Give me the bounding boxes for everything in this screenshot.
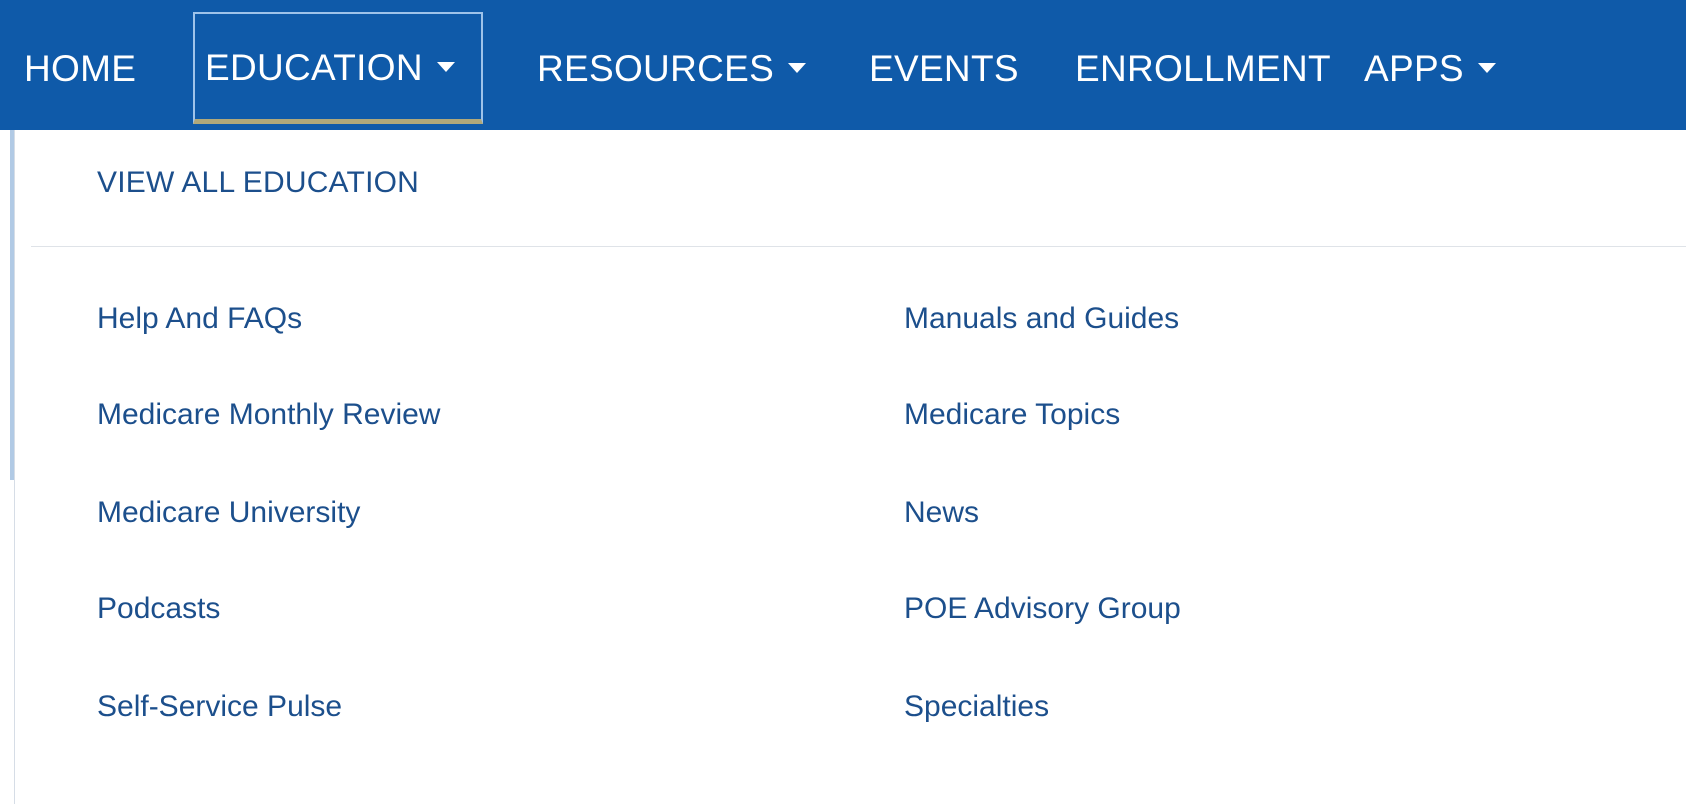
main-nav: HOME EDUCATION RESOURCES EVENTS ENROLLME… (0, 0, 1686, 130)
menu-link-self-service-pulse[interactable]: Self-Service Pulse (97, 690, 342, 724)
menu-link-poe-advisory-group[interactable]: POE Advisory Group (904, 592, 1181, 626)
nav-item-label: EVENTS (869, 48, 1019, 89)
nav-item-label: HOME (24, 48, 137, 89)
menu-link-medicare-topics[interactable]: Medicare Topics (904, 398, 1120, 432)
nav-item-events[interactable]: EVENTS (869, 12, 1019, 124)
nav-item-label: APPS (1364, 48, 1464, 89)
menu-link-specialties[interactable]: Specialties (904, 690, 1049, 724)
menu-link-help-and-faqs[interactable]: Help And FAQs (97, 302, 302, 336)
menu-link-medicare-university[interactable]: Medicare University (97, 496, 360, 530)
menu-link-podcasts[interactable]: Podcasts (97, 592, 220, 626)
nav-item-resources[interactable]: RESOURCES (537, 12, 807, 124)
nav-item-home[interactable]: HOME (24, 12, 136, 124)
nav-item-label: EDUCATION (205, 47, 423, 88)
caret-down-icon (436, 62, 455, 73)
menu-link-medicare-monthly-review[interactable]: Medicare Monthly Review (97, 398, 440, 432)
view-all-education-link[interactable]: VIEW ALL EDUCATION (97, 166, 419, 200)
nav-item-label: RESOURCES (537, 48, 775, 89)
menu-divider (31, 246, 1686, 247)
menu-link-news[interactable]: News (904, 496, 979, 530)
education-dropdown-menu: VIEW ALL EDUCATION Help And FAQs Medicar… (14, 130, 1686, 804)
nav-item-enrollment[interactable]: ENROLLMENT (1075, 12, 1331, 124)
nav-item-apps[interactable]: APPS (1364, 12, 1496, 124)
nav-item-label: ENROLLMENT (1075, 48, 1331, 89)
nav-item-education[interactable]: EDUCATION (193, 12, 483, 124)
caret-down-icon (788, 63, 807, 74)
page-left-edge (0, 130, 14, 804)
caret-down-icon (1477, 63, 1496, 74)
menu-link-manuals-and-guides[interactable]: Manuals and Guides (904, 302, 1179, 336)
top-navigation-bar: HOME EDUCATION RESOURCES EVENTS ENROLLME… (0, 0, 1686, 130)
